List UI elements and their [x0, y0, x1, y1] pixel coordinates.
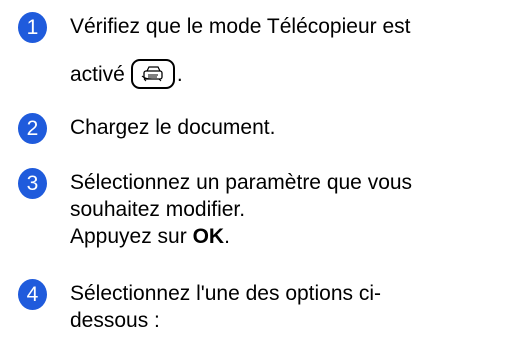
sentence-period: . — [224, 225, 230, 248]
step-line: Sélectionnez l'une des options ci- — [70, 282, 382, 305]
step-number-badge: 3 — [18, 168, 47, 199]
step-line: souhaitez modifier. — [70, 198, 246, 221]
step-line: Appuyez sur OK. — [70, 223, 510, 250]
step-line: Sélectionnez un paramètre que vous — [70, 171, 413, 194]
step-number-badge: 1 — [18, 12, 47, 43]
ok-key-label: OK — [192, 225, 225, 248]
step-text: Sélectionnez un paramètre que vous souha… — [70, 169, 510, 250]
step-number-badge: 2 — [18, 113, 47, 144]
step-line: dessous : — [70, 309, 160, 332]
step-line: activé . — [70, 59, 510, 89]
fax-icon — [141, 66, 163, 82]
sentence-period: . — [176, 62, 183, 86]
step-text: Sélectionnez l'une des options ci- desso… — [70, 280, 510, 334]
step-line: Vérifiez que le mode Télécopieur est — [70, 15, 411, 38]
fax-mode-button — [130, 59, 175, 89]
step-line: Chargez le document. — [70, 116, 276, 139]
step-text: Vérifiez que le mode Télécopieur est act… — [70, 13, 510, 89]
step-line-text: Appuyez sur — [70, 225, 193, 248]
step-line-text: activé — [70, 62, 125, 86]
step-text: Chargez le document. — [70, 114, 510, 141]
step-number-badge: 4 — [18, 279, 47, 310]
